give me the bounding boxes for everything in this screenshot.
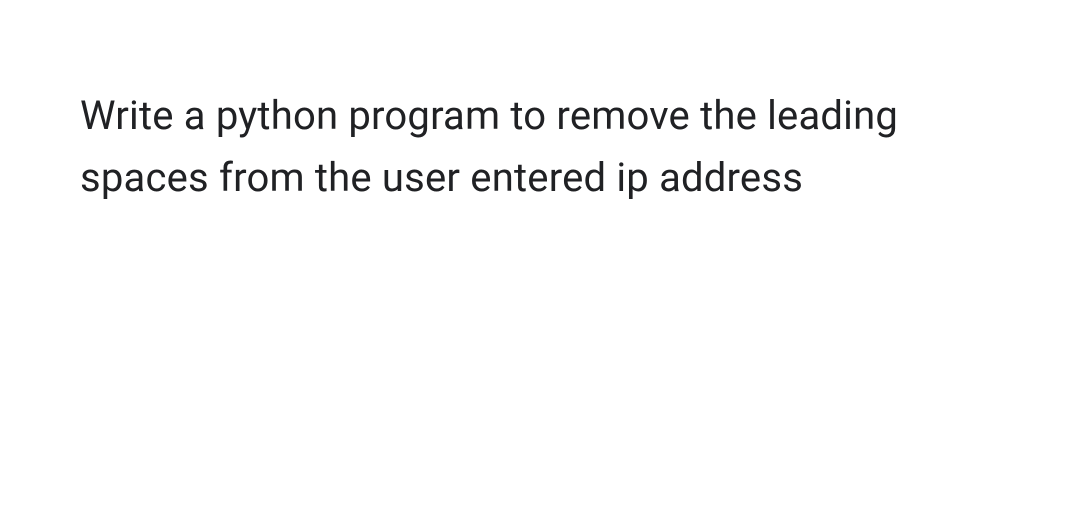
prompt-text: Write a python program to remove the lea… bbox=[80, 85, 900, 209]
